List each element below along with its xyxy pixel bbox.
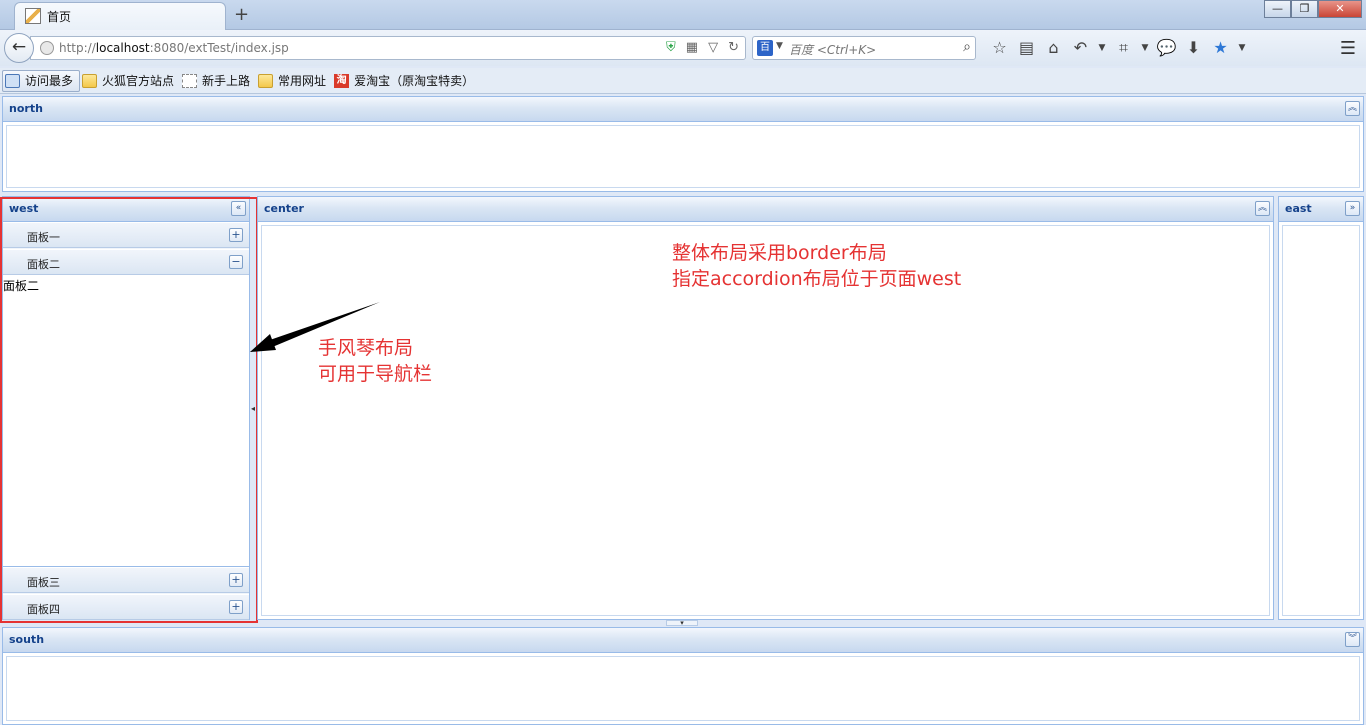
tab-title: 首页 bbox=[47, 10, 72, 24]
navigation-toolbar: http://localhost:8080/extTest/index.jsp … bbox=[0, 30, 1366, 66]
collapse-right-icon[interactable]: » bbox=[1345, 201, 1360, 216]
south-panel-title: south bbox=[9, 633, 45, 646]
layout-annotation-line-1: 整体布局采用border布局 bbox=[672, 242, 887, 264]
chevron-down-icon[interactable]: ▼ bbox=[1234, 37, 1250, 59]
dashed-box-icon bbox=[182, 73, 198, 88]
layout-annotation: 整体布局采用border布局 指定accordion布局位于页面west bbox=[672, 240, 961, 292]
chevron-down-icon[interactable]: ▼ bbox=[1137, 37, 1153, 59]
west-panel-title: west bbox=[9, 202, 39, 215]
accordion-item-panel-4[interactable]: 面板四 + bbox=[3, 594, 249, 620]
accordion-item-title: 面板一 bbox=[27, 231, 60, 244]
home-icon[interactable]: ⌂ bbox=[1040, 37, 1067, 59]
chevron-down-icon[interactable]: ▼ bbox=[776, 41, 783, 51]
bookmarks-toolbar: 访问最多 火狐官方站点 新手上路 常用网址 淘 爱淘宝（原淘宝特卖） bbox=[0, 68, 1366, 94]
search-engine-icon[interactable]: 百 bbox=[757, 40, 773, 56]
north-panel-body bbox=[6, 125, 1360, 188]
accordion-item-title: 面板二 bbox=[27, 258, 60, 271]
layout-annotation-line-2: 指定accordion布局位于页面west bbox=[672, 268, 962, 290]
taobao-icon: 淘 bbox=[334, 73, 350, 88]
expand-plus-icon[interactable]: + bbox=[229, 228, 243, 242]
accordion-annotation: 手风琴布局 可用于导航栏 bbox=[318, 335, 432, 387]
search-bar[interactable]: 百 ▼ 百度 <Ctrl+K> ⌕ bbox=[752, 36, 976, 60]
bookmark-firefox-official[interactable]: 火狐官方站点 bbox=[80, 70, 180, 92]
east-panel-title: east bbox=[1285, 202, 1312, 215]
north-panel: north ︽ bbox=[2, 96, 1364, 192]
accordion-body-text: 面板二 bbox=[3, 279, 40, 293]
accordion-annotation-line-1: 手风琴布局 bbox=[318, 337, 414, 359]
toolbar-buttons: ☆ ▤ ⌂ ↶ ▼ ⌗ ▼ 💬 ⬇ ★ ▼ bbox=[986, 37, 1250, 59]
bookmark-getting-started[interactable]: 新手上路 bbox=[180, 70, 256, 92]
undo-icon[interactable]: ↶ bbox=[1067, 37, 1094, 59]
page-icon bbox=[25, 8, 41, 24]
center-panel-title: center bbox=[264, 202, 304, 215]
address-bar-icons: ⛨ ▦ ▽ ↻ bbox=[666, 40, 739, 55]
accordion-item-title: 面板四 bbox=[27, 603, 60, 616]
bookmark-taobao[interactable]: 淘 爱淘宝（原淘宝特卖） bbox=[332, 70, 480, 92]
reload-icon[interactable]: ↻ bbox=[728, 40, 739, 55]
shield-icon[interactable]: ⛨ bbox=[666, 40, 676, 55]
url-text[interactable]: http://localhost:8080/extTest/index.jsp bbox=[59, 41, 289, 55]
collapse-down-icon[interactable]: ︾ bbox=[1345, 632, 1360, 647]
accordion-panel-2-body: 面板二 bbox=[3, 275, 249, 567]
bookmark-label: 常用网址 bbox=[278, 74, 327, 88]
accordion-item-title: 面板三 bbox=[27, 576, 60, 589]
west-panel: west « 面板一 + 面板二 − 面板二 面板三 + 面板四 + bbox=[2, 196, 250, 620]
accordion-item-panel-3[interactable]: 面板三 + bbox=[3, 567, 249, 593]
expand-plus-icon[interactable]: + bbox=[229, 573, 243, 587]
new-tab-button[interactable]: + bbox=[234, 4, 249, 25]
accordion-item-panel-2[interactable]: 面板二 − bbox=[3, 249, 249, 275]
east-panel-header: east » bbox=[1279, 197, 1363, 222]
south-panel: south ︾ bbox=[2, 627, 1364, 725]
minimize-button[interactable]: — bbox=[1264, 0, 1291, 18]
chevron-down-icon[interactable]: ▼ bbox=[1094, 37, 1110, 59]
bookmark-star-icon[interactable]: ☆ bbox=[986, 37, 1013, 59]
maximize-button[interactable]: ❐ bbox=[1291, 0, 1318, 18]
bookmark-label: 访问最多 bbox=[25, 74, 74, 88]
bookmark-label: 爱淘宝（原淘宝特卖） bbox=[354, 74, 475, 88]
bookmark-common-sites[interactable]: 常用网址 bbox=[256, 70, 332, 92]
dropdown-arrow-icon[interactable]: ▽ bbox=[708, 40, 718, 55]
address-bar[interactable]: http://localhost:8080/extTest/index.jsp … bbox=[30, 36, 746, 60]
globe-icon bbox=[40, 41, 54, 55]
folder-icon bbox=[258, 73, 274, 88]
south-splitter[interactable]: ▾ bbox=[666, 620, 698, 627]
back-button[interactable]: ← bbox=[4, 33, 34, 63]
bookmark-label: 火狐官方站点 bbox=[102, 74, 175, 88]
chat-bubble-icon[interactable]: 💬 bbox=[1153, 37, 1180, 59]
splitter-collapse-arrow-icon[interactable]: ◂ bbox=[251, 404, 255, 413]
hamburger-menu-icon[interactable]: ☰ bbox=[1340, 38, 1356, 59]
west-panel-header: west « bbox=[3, 197, 249, 222]
favorites-star-icon[interactable]: ★ bbox=[1207, 37, 1234, 59]
expand-plus-icon[interactable]: + bbox=[229, 600, 243, 614]
east-panel-body bbox=[1282, 225, 1360, 616]
folder-icon bbox=[82, 73, 98, 88]
south-panel-header: south ︾ bbox=[3, 628, 1363, 653]
bookmark-most-visited[interactable]: 访问最多 bbox=[2, 69, 81, 92]
collapse-up-icon[interactable]: ︽ bbox=[1345, 101, 1360, 116]
bookmark-label: 新手上路 bbox=[202, 74, 251, 88]
accordion-annotation-line-2: 可用于导航栏 bbox=[318, 363, 433, 385]
close-window-button[interactable]: ✕ bbox=[1318, 0, 1362, 18]
south-panel-body bbox=[6, 656, 1360, 721]
search-input[interactable]: 百度 <Ctrl+K> bbox=[789, 41, 876, 58]
qr-code-icon[interactable]: ▦ bbox=[686, 40, 698, 55]
search-icon[interactable]: ⌕ bbox=[963, 39, 971, 55]
center-panel-header: center ︽ bbox=[258, 197, 1273, 222]
east-panel: east » bbox=[1278, 196, 1364, 620]
download-icon[interactable]: ⬇ bbox=[1180, 37, 1207, 59]
collapse-left-icon[interactable]: « bbox=[231, 201, 246, 216]
collapse-minus-icon[interactable]: − bbox=[229, 255, 243, 269]
north-panel-title: north bbox=[9, 102, 43, 115]
reading-list-icon[interactable]: ▤ bbox=[1013, 37, 1040, 59]
north-panel-header: north ︽ bbox=[3, 97, 1363, 122]
window-controls: — ❐ ✕ bbox=[1264, 0, 1362, 18]
search-icon bbox=[5, 73, 20, 88]
crop-icon[interactable]: ⌗ bbox=[1110, 37, 1137, 59]
browser-tab[interactable]: 首页 bbox=[14, 2, 226, 30]
accordion-item-panel-1[interactable]: 面板一 + bbox=[3, 222, 249, 248]
title-bar: 首页 + — ❐ ✕ bbox=[0, 0, 1366, 30]
collapse-up-icon[interactable]: ︽ bbox=[1255, 201, 1270, 216]
